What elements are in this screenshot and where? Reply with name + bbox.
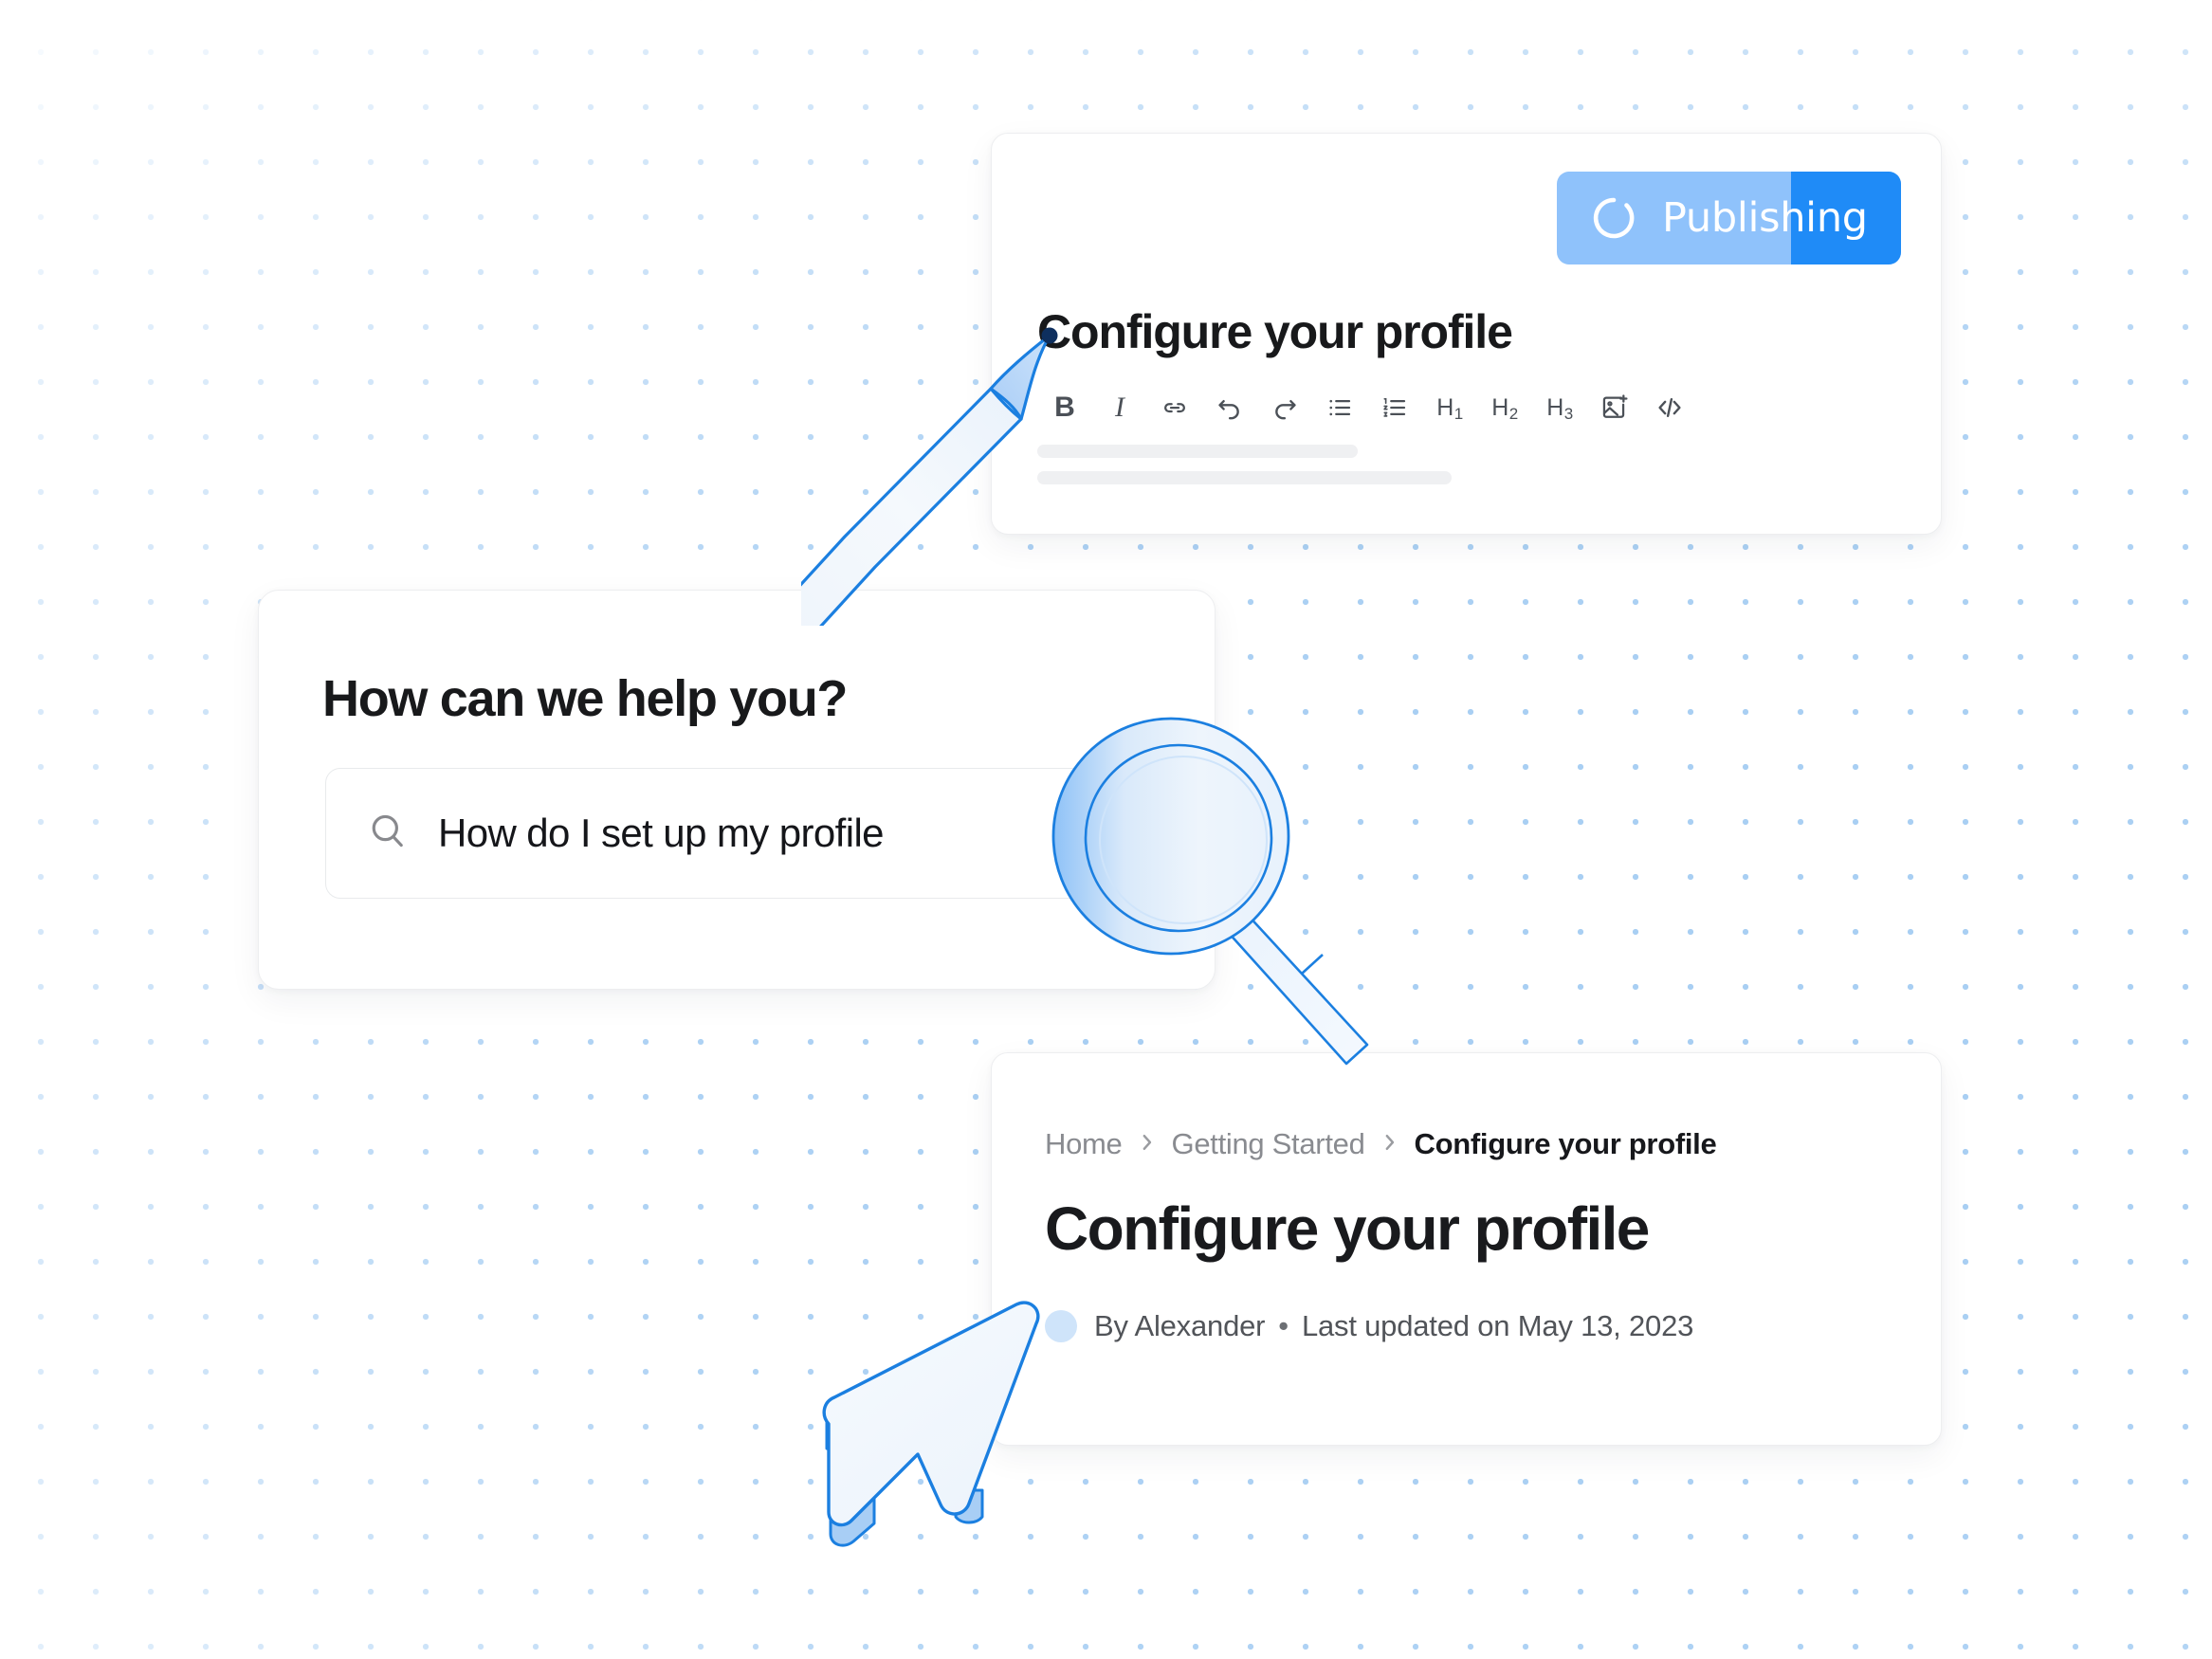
spinner-icon	[1591, 195, 1636, 241]
heading-1-icon[interactable]: H1	[1422, 385, 1477, 430]
chevron-right-icon	[1139, 1131, 1156, 1158]
avatar	[1045, 1310, 1077, 1342]
breadcrumb-item-home[interactable]: Home	[1045, 1127, 1123, 1161]
article-meta: By Alexander • Last updated on May 13, 2…	[1045, 1309, 1693, 1343]
chevron-right-icon	[1381, 1131, 1398, 1158]
search-field[interactable]	[325, 768, 1093, 899]
publishing-button[interactable]: Publishing	[1557, 172, 1901, 264]
article-updated: Last updated on May 13, 2023	[1301, 1309, 1694, 1342]
search-icon	[366, 810, 410, 858]
redo-icon[interactable]	[1257, 385, 1312, 430]
search-heading: How can we help you?	[322, 670, 848, 727]
undo-icon[interactable]	[1202, 385, 1257, 430]
page-title: Configure your profile	[1045, 1194, 1650, 1263]
heading-3-glyph: H3	[1546, 393, 1574, 423]
breadcrumb-item-getting-started[interactable]: Getting Started	[1172, 1127, 1365, 1161]
editor-toolbar: B I H1 H2 H3	[1037, 385, 1697, 430]
editor-document-title: Configure your profile	[1037, 305, 1513, 358]
heading-2-icon[interactable]: H2	[1477, 385, 1532, 430]
heading-2-glyph: H2	[1491, 393, 1519, 423]
link-icon[interactable]	[1147, 385, 1202, 430]
insert-image-icon[interactable]	[1587, 385, 1642, 430]
breadcrumb: Home Getting Started Configure your prof…	[1045, 1127, 1717, 1161]
article-card: Home Getting Started Configure your prof…	[991, 1052, 1942, 1446]
content-placeholder-line	[1037, 471, 1452, 484]
content-placeholder-line	[1037, 445, 1358, 458]
heading-1-glyph: H1	[1436, 393, 1464, 423]
italic-glyph: I	[1115, 392, 1124, 423]
numbered-list-icon[interactable]	[1367, 385, 1422, 430]
breadcrumb-item-current: Configure your profile	[1414, 1127, 1717, 1160]
bold-glyph: B	[1054, 392, 1075, 423]
italic-icon[interactable]: I	[1092, 385, 1147, 430]
search-input[interactable]	[438, 811, 1045, 856]
code-block-icon[interactable]	[1642, 385, 1697, 430]
publishing-button-label: Publishing	[1662, 194, 1868, 242]
editor-card: Publishing Configure your profile B I H1…	[991, 133, 1942, 535]
heading-3-icon[interactable]: H3	[1532, 385, 1587, 430]
meta-separator: •	[1278, 1309, 1289, 1342]
bold-icon[interactable]: B	[1037, 385, 1092, 430]
article-author: By Alexander	[1094, 1309, 1266, 1342]
bullet-list-icon[interactable]	[1312, 385, 1367, 430]
